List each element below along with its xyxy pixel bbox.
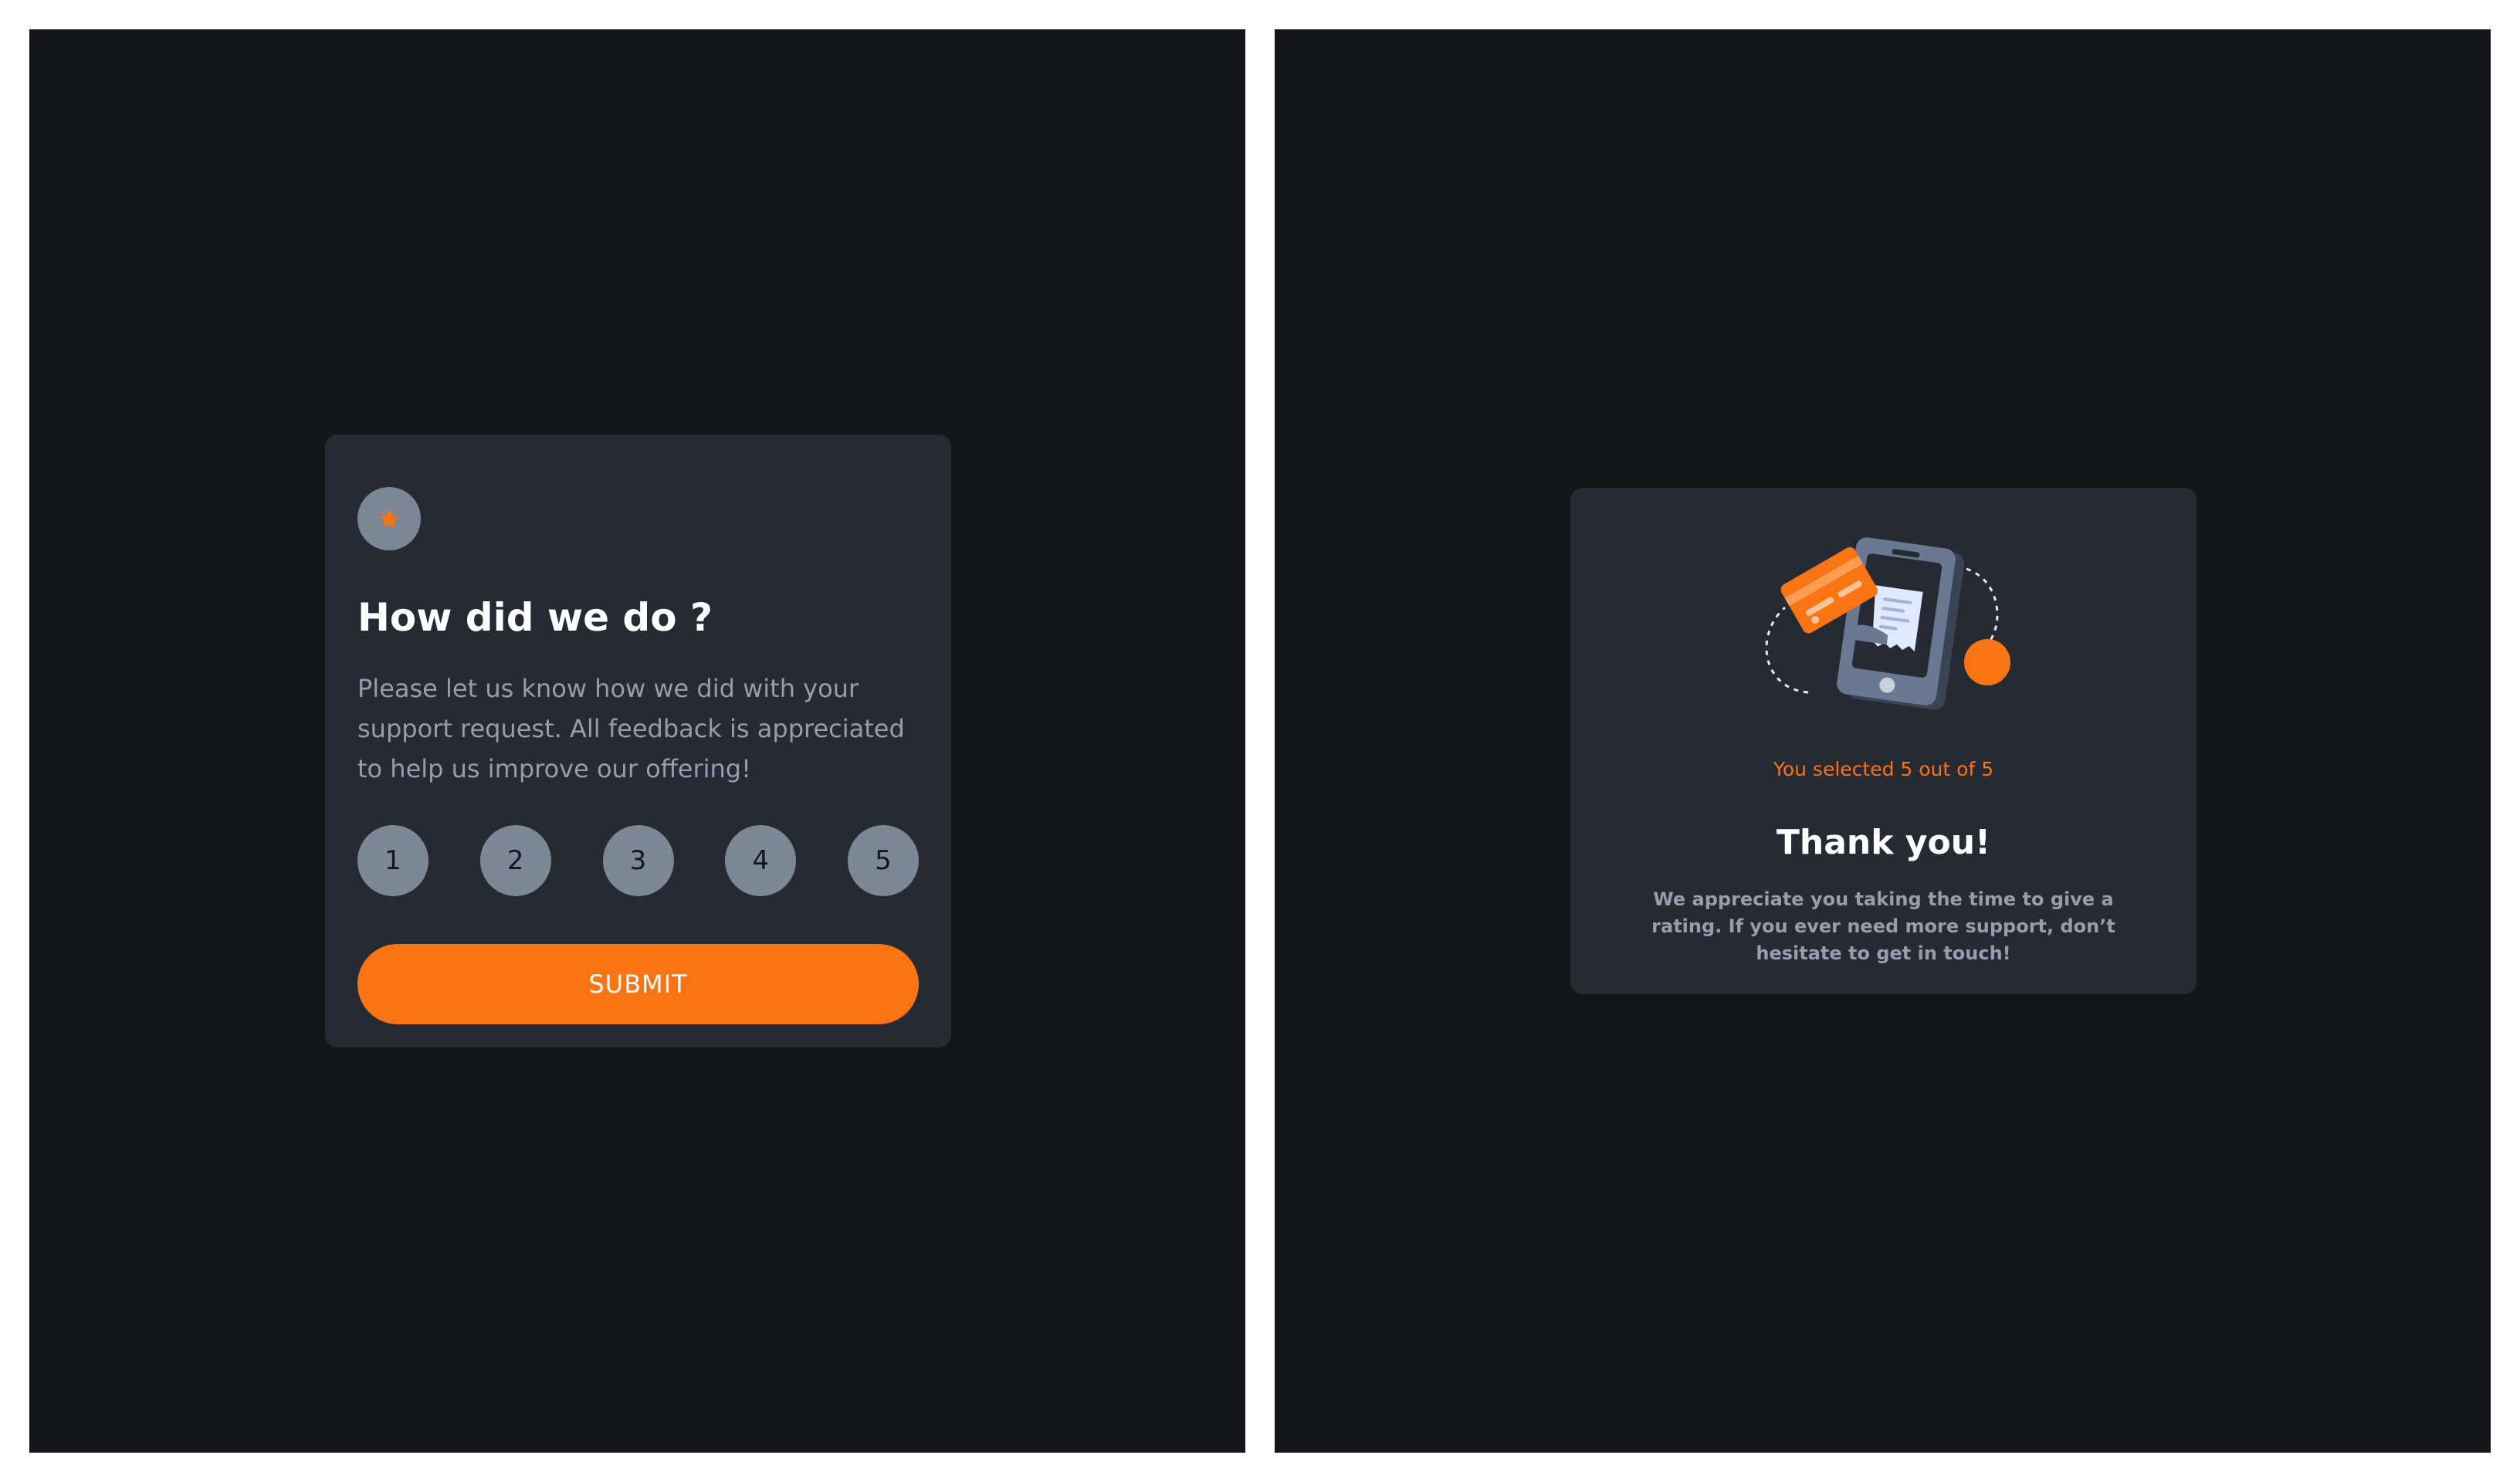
thank-you-title: Thank you! xyxy=(1776,823,1991,862)
card-description: Please let us know how we did with your … xyxy=(357,674,905,783)
selected-rating-text: You selected 5 out of 5 xyxy=(1773,758,1994,780)
submit-button[interactable]: SUBMIT xyxy=(357,944,919,1024)
rating-card: How did we do ? Please let us know how w… xyxy=(325,435,951,1047)
thank-you-card: You selected 5 out of 5 Thank you! We ap… xyxy=(1570,488,2197,994)
rating-button-5[interactable]: 5 xyxy=(848,825,919,896)
rating-button-2[interactable]: 2 xyxy=(479,825,551,896)
thank-you-description: We appreciate you taking the time to giv… xyxy=(1651,888,2115,964)
rating-button-4[interactable]: 4 xyxy=(725,825,797,896)
card-title: How did we do ? xyxy=(357,595,713,640)
star-badge xyxy=(357,487,421,550)
rating-button-1[interactable]: 1 xyxy=(357,825,428,896)
rating-button-3[interactable]: 3 xyxy=(602,825,674,896)
rating-options: 1 2 3 4 5 xyxy=(357,825,919,896)
star-icon xyxy=(379,509,399,528)
payment-phone-illustration xyxy=(1765,537,2010,710)
thank-you-state-panel: You selected 5 out of 5 Thank you! We ap… xyxy=(1275,29,2491,1453)
rating-state-panel: How did we do ? Please let us know how w… xyxy=(29,29,1245,1453)
